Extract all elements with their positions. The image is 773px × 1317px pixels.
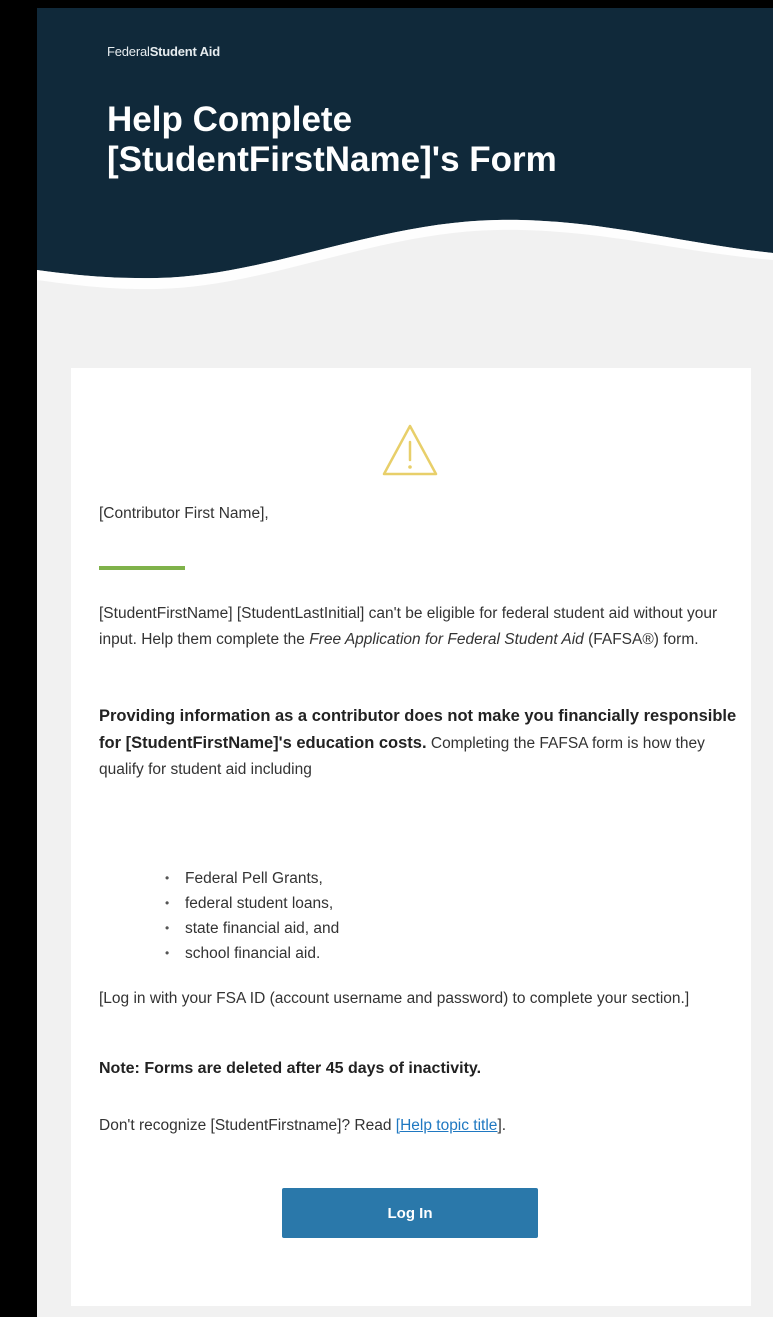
page-title-line-2: [StudentFirstName]'s Form [107,140,557,179]
help-link-close-bracket: ]. [497,1117,507,1134]
accent-divider [99,566,185,570]
fafsa-full-name: Free Application for Federal Student Aid [309,631,584,648]
log-in-button[interactable]: Log In [282,1188,538,1238]
help-topic-link-text[interactable]: Help topic title [400,1117,497,1134]
aid-types-list: Federal Pell Grants, federal student loa… [165,866,339,966]
list-item: federal student loans, [165,891,339,916]
list-item: state financial aid, and [165,916,339,941]
brand-logo-light: Federal [107,44,150,59]
eligibility-paragraph: [StudentFirstName] [StudentLastInitial] … [99,601,739,653]
email-body: FederalStudent Aid Help Complete [Studen… [37,8,773,1317]
dont-recognize-paragraph: Don't recognize [StudentFirstname]? Read… [99,1113,739,1139]
header-banner: FederalStudent Aid Help Complete [Studen… [37,8,773,308]
page-title: Help Complete [StudentFirstName]'s Form [107,100,727,180]
eligibility-text-b: (FAFSA®) form. [583,631,699,648]
page-title-line-1: Help Complete [107,100,353,139]
greeting-text: [Contributor First Name], [99,505,269,522]
inactivity-note: Note: Forms are deleted after 45 days of… [99,1060,482,1077]
responsibility-paragraph: Providing information as a contributor d… [99,703,739,783]
brand-logo-bold: Student Aid [149,44,220,59]
list-item: school financial aid. [165,941,339,966]
warning-triangle-icon [382,424,438,476]
screenshot-frame: FederalStudent Aid Help Complete [Studen… [0,0,773,1317]
brand-logo: FederalStudent Aid [107,44,220,59]
dont-recognize-text: Don't recognize [StudentFirstname]? Read [99,1117,396,1134]
login-instruction-paragraph: [Log in with your FSA ID (account userna… [99,990,690,1007]
help-topic-link[interactable]: [Help topic title [396,1117,498,1134]
list-item: Federal Pell Grants, [165,866,339,891]
